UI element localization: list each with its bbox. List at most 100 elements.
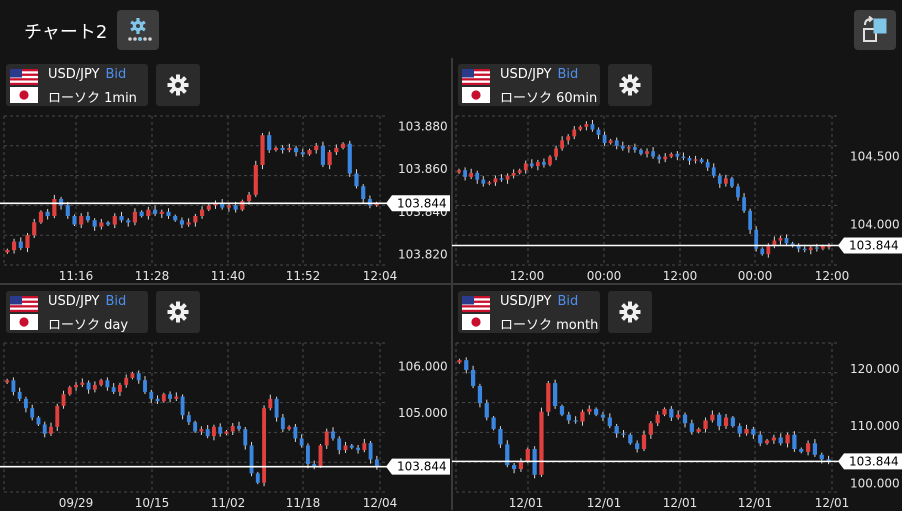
candle-up: [174, 396, 179, 399]
candle-up: [805, 443, 811, 452]
chart-panel-month[interactable]: 120.000 110.000 100.000 12/01 12/01 12/01 12/0…: [452, 285, 902, 511]
japan-flag-icon: [462, 314, 490, 330]
chart-panel-60min[interactable]: 104.500 104.000 12:00 00:00 12:00 00:00 12:00 1…: [452, 58, 902, 284]
candle-up: [240, 201, 245, 210]
candle-up: [578, 126, 583, 130]
candle-up: [539, 411, 544, 475]
candle-up: [92, 384, 97, 390]
candle-up: [199, 429, 204, 432]
candle-down: [784, 237, 789, 244]
currency-pair: USD/JPY Bid: [500, 67, 579, 82]
chart-type-label: ローソク 1min: [48, 91, 137, 106]
y-axis-tick-label: 120.000: [850, 362, 900, 376]
candle-down: [155, 398, 160, 402]
candle-down: [559, 406, 565, 415]
candle-down: [249, 445, 254, 474]
symbol-selector[interactable]: USD/JPY Bid ローソク day: [6, 291, 148, 333]
candle-down: [149, 391, 154, 399]
chart-settings-button[interactable]: [608, 64, 652, 106]
x-axis-tick-label: 09/29: [59, 496, 94, 510]
candle-down: [143, 380, 147, 392]
candle-up: [112, 216, 117, 225]
candle-down: [347, 143, 352, 174]
candle-down: [361, 186, 366, 200]
chart-panel-1min[interactable]: 103.880 103.860 103.840 103.820 11:16 11:28 11…: [0, 58, 450, 284]
candle-down: [620, 145, 625, 149]
candle-down: [717, 414, 722, 427]
candle-down: [614, 426, 619, 434]
candle-down: [337, 438, 342, 451]
candle-up: [61, 394, 66, 406]
rotate-screen-button[interactable]: [854, 10, 896, 50]
candle-down: [23, 398, 28, 409]
candle-down: [751, 428, 756, 435]
current-price-label: 103.844: [849, 454, 899, 468]
candle-up: [785, 434, 790, 444]
us-flag-icon: [462, 69, 490, 85]
candle-up: [766, 246, 771, 255]
candle-up: [318, 445, 323, 467]
us-flag-icon: [462, 296, 490, 312]
japan-flag-icon: [462, 87, 490, 103]
candle-down: [737, 426, 742, 434]
candle-down: [105, 380, 110, 388]
symbol-selector[interactable]: USD/JPY Bid ローソク 60min: [458, 64, 600, 106]
candle-down: [814, 247, 819, 249]
top-bar: チャート2: [0, 0, 902, 58]
symbol-selector[interactable]: USD/JPY Bid ローソク 1min: [6, 64, 148, 106]
candle-down: [92, 220, 97, 227]
candle-down: [168, 394, 173, 399]
x-axis-tick-label: 12/01: [815, 496, 850, 510]
candle-up: [80, 382, 85, 385]
candle-down: [657, 156, 662, 160]
candle-up: [5, 250, 10, 253]
gear-icon: [167, 301, 189, 323]
x-axis-tick-label: 12:00: [815, 269, 850, 283]
candle-up: [723, 417, 729, 427]
candle-down: [607, 417, 612, 427]
candle-up: [703, 420, 708, 429]
candle-down: [819, 454, 824, 460]
chart-layout-settings-button[interactable]: [117, 10, 159, 50]
candle-up: [517, 170, 522, 173]
candle-up: [525, 449, 530, 462]
candle-down: [280, 417, 285, 430]
candle-down: [368, 443, 373, 460]
candle-up: [186, 222, 191, 225]
candle-up: [566, 136, 571, 141]
candle-up: [343, 445, 348, 451]
candle-down: [280, 147, 285, 151]
candle-up: [469, 172, 474, 177]
candle-down: [699, 159, 704, 163]
candle-up: [362, 443, 367, 451]
candle-down: [730, 417, 735, 427]
candle-down: [136, 373, 141, 381]
chart-settings-button[interactable]: [608, 291, 652, 333]
symbol-selector[interactable]: USD/JPY Bid ローソク month: [458, 291, 600, 333]
candle-down: [470, 369, 476, 386]
candle-up: [546, 383, 551, 412]
candle-down: [267, 135, 272, 151]
x-axis-tick-label: 12:00: [663, 269, 698, 283]
candle-up: [79, 216, 84, 225]
candle-down: [299, 438, 304, 446]
candle-down: [484, 403, 489, 418]
candle-up: [38, 211, 44, 223]
candle-up: [648, 423, 653, 435]
gear-icon: [167, 74, 189, 96]
candle-down: [705, 162, 710, 168]
chart-settings-button[interactable]: [156, 291, 200, 333]
price-side-label: Bid: [105, 67, 127, 82]
chart-settings-button[interactable]: [156, 64, 200, 106]
candle-down: [36, 417, 41, 425]
candle-down: [18, 241, 23, 248]
chart-panel-day[interactable]: 106.000 105.000 09/29 10/15 11/02 11/18 12/04 1…: [0, 285, 450, 511]
chart-type-label: ローソク month: [500, 318, 599, 333]
candle-down: [481, 179, 486, 184]
candle-down: [367, 199, 373, 206]
candle-up: [287, 147, 292, 151]
candle-up: [626, 147, 631, 149]
candle-down: [42, 424, 47, 434]
candle-down: [193, 422, 198, 432]
candle-up: [193, 216, 198, 223]
